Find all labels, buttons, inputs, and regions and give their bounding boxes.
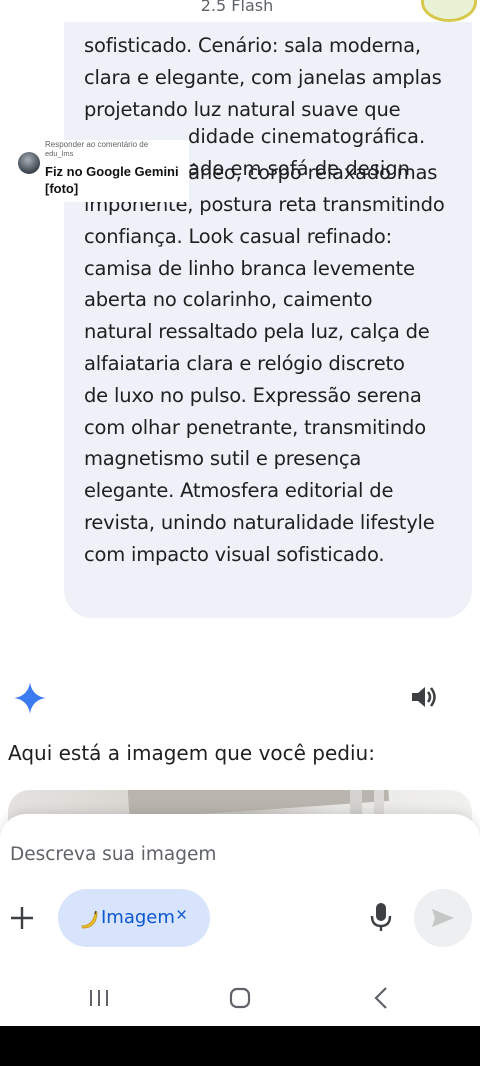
prompt-input[interactable]: Descreva sua imagem — [10, 844, 216, 865]
response-text: Aqui está a imagem que você pediu: — [8, 741, 375, 765]
home-icon[interactable] — [229, 987, 251, 1009]
image-mode-chip[interactable]: Imagem × — [58, 889, 210, 947]
commenter-avatar — [18, 152, 40, 174]
image-chip-label: Imagem — [101, 907, 175, 928]
recents-icon[interactable] — [89, 989, 109, 1007]
profile-avatar-icon[interactable] — [421, 0, 477, 22]
close-icon[interactable]: × — [176, 905, 187, 927]
banana-icon — [81, 910, 98, 929]
reply-username: edu_lms — [45, 149, 74, 158]
plus-icon[interactable] — [8, 904, 36, 932]
reply-comment-overlay: Responder ao comentário de edu_lms Fiz n… — [8, 140, 189, 202]
user-prompt-text: sofisticado. Cenário: sala moderna, clar… — [84, 34, 445, 566]
send-icon — [432, 909, 454, 927]
prompt-partial-line-1: didade cinematográfica. — [188, 125, 426, 148]
speaker-icon[interactable] — [410, 684, 438, 710]
gemini-sparkle-icon — [14, 682, 46, 714]
reply-message: Fiz no Google Gemini [foto] — [45, 164, 179, 196]
back-icon[interactable] — [373, 986, 389, 1010]
screen-bottom-edge — [0, 1026, 480, 1066]
model-selector[interactable]: 2.5 Flash — [0, 0, 474, 15]
prompt-partial-line-2: ado em sofá de design — [188, 157, 411, 180]
microphone-icon[interactable] — [370, 902, 392, 932]
top-bar: 2.5 Flash — [0, 0, 480, 22]
reply-heading: Responder ao comentário de — [45, 140, 149, 149]
send-button[interactable] — [414, 889, 472, 947]
